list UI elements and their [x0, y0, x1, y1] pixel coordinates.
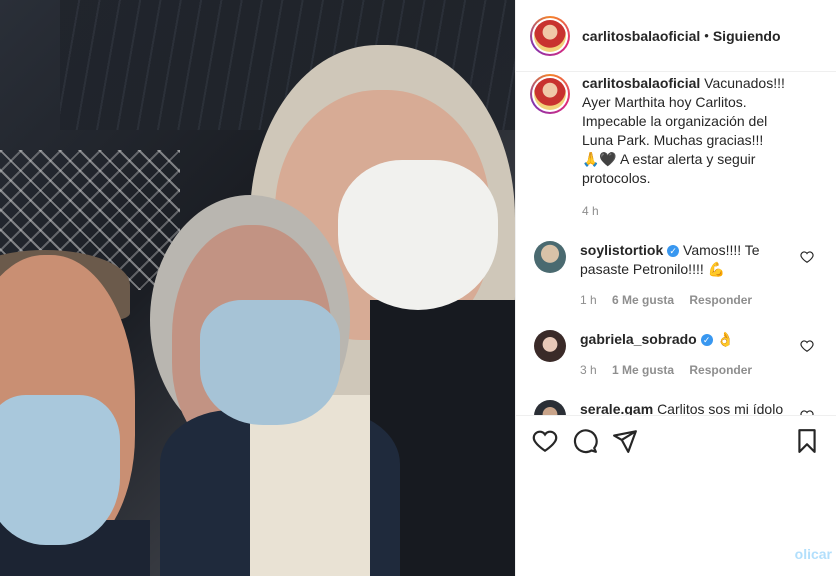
- bookmark-icon[interactable]: [794, 428, 820, 454]
- comment-item: soylistortiok ✓ Vamos!!!! Te pasaste Pet…: [530, 241, 822, 310]
- reply-button[interactable]: Responder: [689, 363, 752, 377]
- reply-button[interactable]: Responder: [689, 293, 752, 307]
- woman-mask: [338, 160, 498, 310]
- left-man-mask: [0, 395, 120, 545]
- caption-avatar[interactable]: [530, 74, 570, 114]
- header-separator: •: [704, 28, 709, 43]
- post-header: carlitosbalaoficial • Siguiendo: [516, 0, 836, 72]
- heart-icon[interactable]: [800, 339, 814, 353]
- share-icon[interactable]: [612, 428, 638, 454]
- heart-icon[interactable]: [532, 428, 558, 454]
- heart-icon[interactable]: [800, 250, 814, 264]
- comment-time: 1 h: [580, 293, 597, 307]
- comment-avatar[interactable]: [534, 241, 566, 273]
- header-username[interactable]: carlitosbalaoficial: [582, 28, 700, 44]
- caption-username[interactable]: carlitosbalaoficial: [582, 75, 700, 91]
- comment-item: gabriela_sobrado ✓ 👌 3 h 1 Me gusta Resp…: [530, 330, 822, 380]
- verified-icon: ✓: [667, 245, 680, 258]
- action-bar: [516, 415, 836, 465]
- caption-text-2: 🙏🖤 A estar alerta y seguir protocolos.: [582, 151, 756, 186]
- instagram-post: carlitosbalaoficial • Siguiendo carlitos…: [0, 0, 836, 576]
- comment-time: 3 h: [580, 363, 597, 377]
- man-mask: [200, 300, 340, 425]
- post-sidebar: carlitosbalaoficial • Siguiendo carlitos…: [515, 0, 836, 576]
- caption: carlitosbalaoficial Vacunados!!! Ayer Ma…: [530, 74, 822, 221]
- avatar[interactable]: [530, 15, 570, 56]
- comment-username[interactable]: gabriela_sobrado: [580, 331, 697, 347]
- comment-icon[interactable]: [572, 428, 598, 454]
- comment-likes[interactable]: 6 Me gusta: [612, 293, 674, 307]
- comments-feed[interactable]: carlitosbalaoficial Vacunados!!! Ayer Ma…: [516, 72, 836, 576]
- comment-text: 👌: [716, 331, 734, 347]
- comment-likes[interactable]: 1 Me gusta: [612, 363, 674, 377]
- publish-button[interactable]: olicar: [795, 546, 832, 562]
- following-button[interactable]: Siguiendo: [713, 28, 781, 44]
- caption-time: 4 h: [582, 204, 599, 218]
- verified-icon: ✓: [700, 334, 713, 347]
- post-photo[interactable]: [0, 0, 515, 576]
- comment-avatar[interactable]: [534, 330, 566, 362]
- comment-username[interactable]: soylistortiok: [580, 242, 663, 258]
